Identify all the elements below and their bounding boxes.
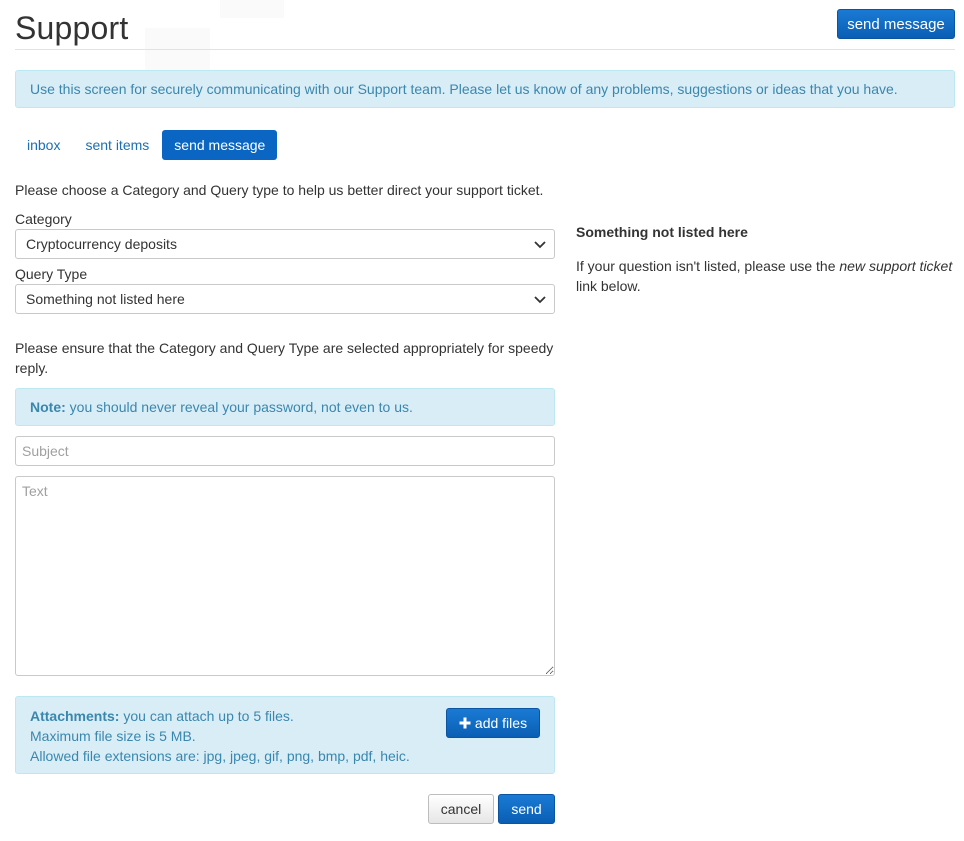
note-text: you should never reveal your password, n… [65, 399, 413, 415]
form-actions: cancel send [15, 794, 555, 824]
selection-hint: Please ensure that the Category and Quer… [15, 340, 554, 376]
password-note: Note: you should never reveal your passw… [15, 388, 555, 426]
help-text-after: link below. [576, 278, 641, 294]
category-label: Category [15, 211, 72, 227]
add-files-label: add files [474, 715, 528, 731]
category-select-value: Cryptocurrency deposits [26, 236, 177, 252]
plus-icon [459, 717, 471, 729]
query-type-select[interactable]: Something not listed here [15, 284, 555, 314]
help-title: Something not listed here [576, 224, 748, 240]
attachments-count-text: you can attach up to 5 files. [119, 708, 294, 724]
help-side-panel: Something not listed here If your questi… [576, 180, 955, 824]
attachments-extensions-text: Allowed file extensions are: jpg, jpeg, … [30, 748, 410, 764]
header-send-message-button[interactable]: send message [837, 9, 955, 39]
form-intro: Please choose a Category and Query type … [15, 182, 544, 198]
cancel-button[interactable]: cancel [428, 794, 494, 824]
chevron-down-icon [534, 296, 546, 304]
tab-bar: inbox sent items send message [15, 130, 955, 160]
tab-inbox[interactable]: inbox [15, 130, 72, 160]
help-text-link: new support ticket [839, 258, 953, 274]
chevron-down-icon [534, 241, 546, 249]
note-label: Note: [30, 399, 66, 415]
query-type-select-value: Something not listed here [26, 291, 185, 307]
help-text: If your question isn't listed, please us… [576, 256, 955, 296]
info-banner: Use this screen for securely communicati… [15, 70, 955, 108]
message-form: Please choose a Category and Query type … [15, 180, 555, 824]
attachments-panel: Attachments: you can attach up to 5 file… [15, 696, 555, 774]
tab-sent-items[interactable]: sent items [73, 130, 161, 160]
support-page: Support send message Use this screen for… [0, 0, 964, 824]
help-text-before: If your question isn't listed, please us… [576, 258, 840, 274]
category-select[interactable]: Cryptocurrency deposits [15, 229, 555, 259]
attachments-label: Attachments: [30, 708, 120, 724]
query-type-label: Query Type [15, 266, 88, 282]
send-button[interactable]: send [498, 794, 555, 824]
add-files-button[interactable]: add files [446, 708, 540, 738]
message-textarea[interactable] [15, 476, 555, 676]
page-title: Support [15, 10, 129, 46]
tab-send-message[interactable]: send message [162, 130, 278, 160]
page-header: Support send message [15, 0, 955, 50]
subject-input[interactable] [15, 436, 555, 466]
content-layout: Please choose a Category and Query type … [15, 180, 955, 824]
